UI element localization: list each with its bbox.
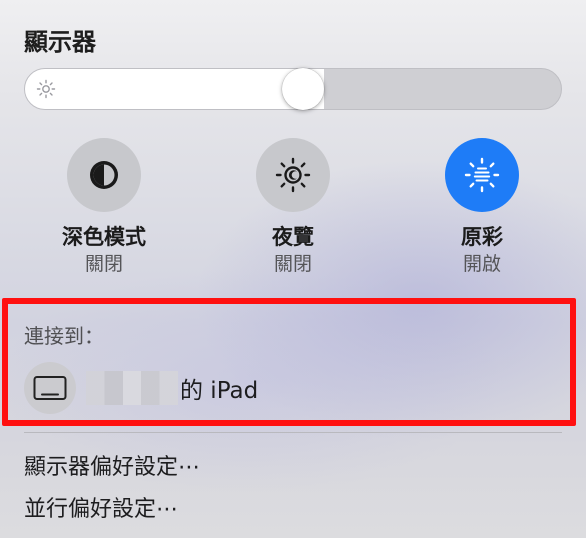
dark-mode-icon bbox=[90, 161, 118, 189]
toggle-night-shift[interactable]: 夜覽 關閉 bbox=[223, 138, 363, 276]
display-preferences-item[interactable]: 顯示器偏好設定⋯ bbox=[24, 449, 200, 481]
dark-mode-label: 深色模式 bbox=[62, 225, 146, 249]
true-tone-label: 原彩 bbox=[461, 225, 503, 249]
night-shift-label: 夜覽 bbox=[272, 225, 314, 249]
true-tone-status: 開啟 bbox=[462, 253, 501, 275]
brightness-slider-knob[interactable] bbox=[282, 68, 324, 110]
dark-mode-button[interactable] bbox=[67, 138, 141, 212]
connect-to-label: 連接到： bbox=[24, 324, 104, 348]
sidecar-device-item[interactable]: 的 iPad bbox=[24, 362, 258, 414]
toggle-dark-mode[interactable]: 深色模式 關閉 bbox=[34, 138, 174, 276]
brightness-slider-fill bbox=[25, 69, 324, 109]
brightness-slider[interactable] bbox=[24, 68, 562, 110]
true-tone-icon bbox=[464, 157, 500, 193]
device-icon-button[interactable] bbox=[24, 362, 76, 414]
menu-divider bbox=[24, 432, 562, 433]
night-shift-status: 關閉 bbox=[273, 253, 312, 275]
toggle-true-tone[interactable]: 原彩 開啟 bbox=[412, 138, 552, 276]
sun-small-icon bbox=[36, 79, 56, 99]
device-name: 的 iPad bbox=[180, 378, 259, 404]
dark-mode-status: 關閉 bbox=[84, 253, 123, 275]
panel-title: 顯示器 bbox=[24, 28, 96, 56]
sidecar-preferences-item[interactable]: 並行偏好設定⋯ bbox=[24, 491, 178, 523]
night-shift-icon bbox=[275, 157, 311, 193]
redacted-device-owner bbox=[86, 371, 178, 405]
true-tone-button[interactable] bbox=[445, 138, 519, 212]
night-shift-button[interactable] bbox=[256, 138, 330, 212]
ipad-icon bbox=[33, 376, 67, 400]
